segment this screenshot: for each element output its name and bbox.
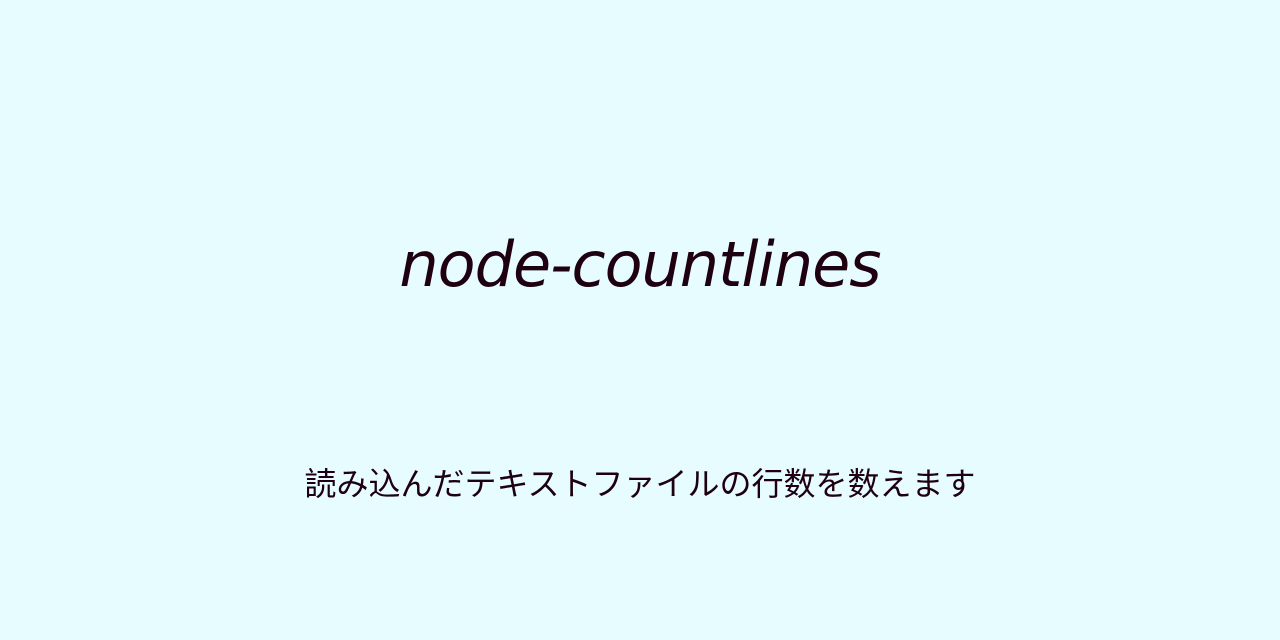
page-description: 読み込んだテキストファイルの行数を数えます: [304, 465, 976, 503]
page-title: node-countlines: [399, 228, 881, 301]
